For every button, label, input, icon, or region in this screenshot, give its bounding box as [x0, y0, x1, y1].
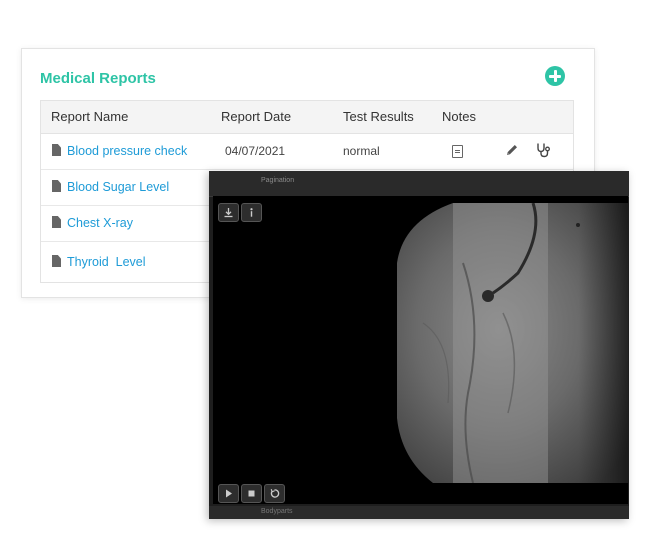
report-date: 04/07/2021 — [225, 144, 286, 158]
document-icon — [52, 216, 61, 228]
viewer-bottom-bar: Bodyparts — [209, 506, 629, 519]
download-icon — [224, 208, 233, 218]
column-header-notes: Notes — [442, 109, 476, 124]
pencil-icon[interactable] — [505, 143, 519, 157]
play-button[interactable] — [218, 484, 239, 503]
document-icon — [52, 144, 61, 156]
xray-image — [397, 203, 628, 483]
stethoscope-icon[interactable] — [535, 142, 551, 158]
stop-button[interactable] — [241, 484, 262, 503]
play-icon — [226, 489, 232, 498]
viewer-top-bar: Pagination — [209, 171, 629, 197]
viewer-top-caption: Pagination — [261, 177, 295, 184]
report-link[interactable]: Chest X-ray — [67, 206, 133, 241]
add-report-button[interactable] — [545, 66, 565, 86]
column-header-report-name: Report Name — [51, 109, 129, 124]
reset-icon — [270, 489, 280, 498]
report-link[interactable]: Thyroid Level — [67, 242, 146, 282]
table-row: Blood pressure check 04/07/2021 normal — [41, 134, 573, 170]
info-button[interactable] — [241, 203, 262, 222]
test-result: normal — [343, 144, 380, 158]
column-header-report-date: Report Date — [221, 109, 292, 124]
column-header-test-results: Test Results — [343, 109, 414, 124]
viewer-bottom-caption: Bodyparts — [261, 508, 293, 515]
note-icon[interactable] — [452, 145, 463, 158]
download-button[interactable] — [218, 203, 239, 222]
stop-icon — [248, 490, 255, 497]
xray-canvas[interactable] — [213, 196, 628, 504]
info-icon — [250, 208, 253, 217]
report-link[interactable]: Blood Sugar Level — [67, 170, 169, 205]
document-icon — [52, 255, 61, 267]
document-icon — [52, 180, 61, 192]
report-link[interactable]: Blood pressure check — [67, 134, 187, 169]
image-viewer: Pagination Bodyparts — [209, 171, 629, 519]
reset-button[interactable] — [264, 484, 285, 503]
card-title: Medical Reports — [40, 70, 156, 87]
table-header: Report Name Report Date Test Results Not… — [41, 101, 573, 134]
